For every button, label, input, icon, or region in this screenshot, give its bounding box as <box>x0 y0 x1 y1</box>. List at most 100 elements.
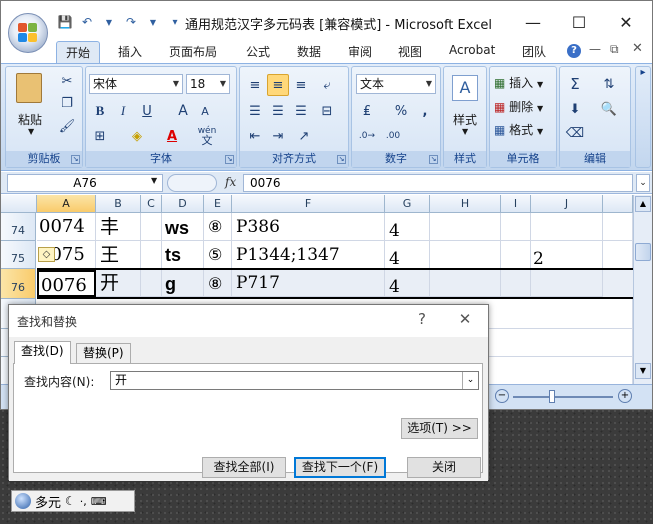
cell-F75[interactable]: P1344;1347 <box>232 241 385 269</box>
column-header-E[interactable]: E <box>204 195 232 213</box>
column-header-J[interactable]: J <box>531 195 603 213</box>
tab-page-layout[interactable]: 页面布局 <box>169 43 217 60</box>
maximize-button[interactable]: ☐ <box>557 9 601 35</box>
cell-C74[interactable] <box>141 213 162 241</box>
number-format-select[interactable]: 文本 ▼ <box>356 74 436 94</box>
cell-B74[interactable]: 丰 <box>96 213 141 241</box>
tab-acrobat[interactable]: Acrobat <box>449 43 495 57</box>
styles-icon[interactable]: A <box>452 75 478 101</box>
cell-G76[interactable]: 4 <box>385 270 430 297</box>
cell-C75[interactable] <box>141 241 162 269</box>
insert-function-button[interactable]: fx <box>225 175 236 189</box>
undo-icon[interactable]: ↶ <box>78 14 96 30</box>
scroll-thumb[interactable] <box>635 243 651 261</box>
tab-data[interactable]: 数据 <box>297 43 321 60</box>
autosum-button[interactable]: Σ <box>564 73 586 95</box>
zoom-slider-track[interactable] <box>513 396 613 398</box>
increase-indent-icon[interactable]: ⇥ <box>267 125 289 147</box>
styles-label[interactable]: 样式 <box>453 111 477 128</box>
align-left-icon[interactable]: ☰ <box>244 100 266 122</box>
number-launcher-icon[interactable]: ↘ <box>429 155 438 164</box>
ime-mode-label[interactable]: 多元 <box>35 492 61 511</box>
row-header-74[interactable]: 74 <box>1 213 36 241</box>
align-bottom-icon[interactable]: ≡ <box>290 74 312 96</box>
moon-icon[interactable]: ☾ <box>65 494 76 508</box>
alignment-launcher-icon[interactable]: ↘ <box>337 155 346 164</box>
align-middle-icon[interactable]: ≡ <box>267 74 289 96</box>
tab-insert[interactable]: 插入 <box>118 43 142 60</box>
zoom-in-icon[interactable]: + <box>618 389 632 403</box>
vertical-scrollbar[interactable]: ▲ ▼ <box>633 195 652 385</box>
decrease-decimal-icon[interactable]: .00 <box>382 125 404 147</box>
font-color-button[interactable]: A <box>161 125 183 147</box>
tab-find[interactable]: 查找(D) <box>14 341 71 364</box>
tab-home[interactable]: 开始 <box>56 41 101 64</box>
redo-dropdown-icon[interactable]: ▼ <box>144 14 162 30</box>
find-next-button[interactable]: 查找下一个(F) <box>294 457 386 478</box>
cut-icon[interactable]: ✂ <box>56 70 78 92</box>
cell-F76[interactable]: P717 <box>232 270 385 297</box>
paste-icon[interactable] <box>16 73 42 103</box>
help-icon[interactable]: ? <box>567 44 581 58</box>
currency-icon[interactable]: ₤ <box>356 100 378 122</box>
fill-icon[interactable]: ⬇ <box>564 98 586 120</box>
redo-icon[interactable]: ↷ <box>122 14 140 30</box>
options-button[interactable]: 选项(T) >> <box>401 418 478 439</box>
ime-punctuation[interactable]: ·, <box>80 495 87 508</box>
tab-formulas[interactable]: 公式 <box>246 43 270 60</box>
minimize-button[interactable]: — <box>511 9 555 35</box>
formula-bar-expand-icon[interactable]: ⌄ <box>636 174 650 192</box>
column-header-B[interactable]: B <box>96 195 141 213</box>
formula-expand-icon[interactable] <box>167 174 217 192</box>
cell-A74[interactable]: 0074 <box>37 213 96 241</box>
soft-keyboard-icon[interactable]: ⌨ <box>91 495 107 508</box>
clipboard-launcher-icon[interactable]: ↘ <box>71 155 80 164</box>
cell-I74[interactable] <box>501 213 531 241</box>
cell-H74[interactable] <box>430 213 501 241</box>
tab-team[interactable]: 团队 <box>522 43 546 60</box>
merge-center-icon[interactable]: ⊟ <box>316 100 338 122</box>
orientation-icon[interactable]: ↗ <box>293 125 315 147</box>
phonetic-button[interactable]: wén 文 <box>196 125 218 147</box>
sort-filter-icon[interactable]: ⇅ <box>598 73 620 95</box>
error-warning-icon[interactable]: ◇ <box>38 247 55 262</box>
increase-decimal-icon[interactable]: .0→ <box>356 125 378 147</box>
find-what-input[interactable]: 开 ⌄ <box>110 371 479 390</box>
align-center-icon[interactable]: ☰ <box>267 100 289 122</box>
cell-B76[interactable]: 开 <box>96 270 141 297</box>
font-size-select[interactable]: 18 ▼ <box>186 74 230 94</box>
cell-K74[interactable] <box>603 213 633 241</box>
cell-C76[interactable] <box>141 270 162 297</box>
shrink-font-button[interactable]: A <box>194 100 216 122</box>
cell-H75[interactable] <box>430 241 501 269</box>
save-icon[interactable]: 💾 <box>56 14 74 30</box>
column-header-D[interactable]: D <box>162 195 204 213</box>
borders-icon[interactable]: ⊞ <box>89 125 111 147</box>
column-header-G[interactable]: G <box>385 195 430 213</box>
cell-E75[interactable]: ⑤ <box>204 241 232 269</box>
underline-button[interactable]: U <box>136 100 158 122</box>
cell-J75[interactable]: 2 <box>531 241 603 269</box>
scroll-up-icon[interactable]: ▲ <box>635 196 651 212</box>
close-button[interactable]: ✕ <box>604 9 648 35</box>
delete-cells-button[interactable]: ▦ 删除 ▼ <box>494 98 543 115</box>
dialog-close-icon[interactable]: ✕ <box>450 308 480 330</box>
fill-color-icon[interactable]: ◈ <box>126 125 148 147</box>
tab-replace[interactable]: 替换(P) <box>76 343 131 363</box>
column-header-A[interactable]: A <box>37 195 96 213</box>
italic-button[interactable]: I <box>112 100 134 122</box>
cell-F74[interactable]: P386 <box>232 213 385 241</box>
cell-J76[interactable] <box>531 270 603 297</box>
cell-H76[interactable] <box>430 270 501 297</box>
zoom-out-icon[interactable]: − <box>495 389 509 403</box>
cell-G74[interactable]: 4 <box>385 213 430 241</box>
grow-font-button[interactable]: A <box>172 100 194 122</box>
cell-D75[interactable]: ts <box>162 241 204 269</box>
tab-view[interactable]: 视图 <box>398 43 422 60</box>
row-header-76[interactable]: 76 <box>1 269 36 299</box>
scroll-down-icon[interactable]: ▼ <box>635 363 651 379</box>
ime-logo-icon[interactable] <box>15 493 31 509</box>
bold-button[interactable]: B <box>89 100 111 122</box>
clear-icon[interactable]: ⌫ <box>564 122 586 144</box>
copy-icon[interactable]: ❐ <box>56 92 78 114</box>
